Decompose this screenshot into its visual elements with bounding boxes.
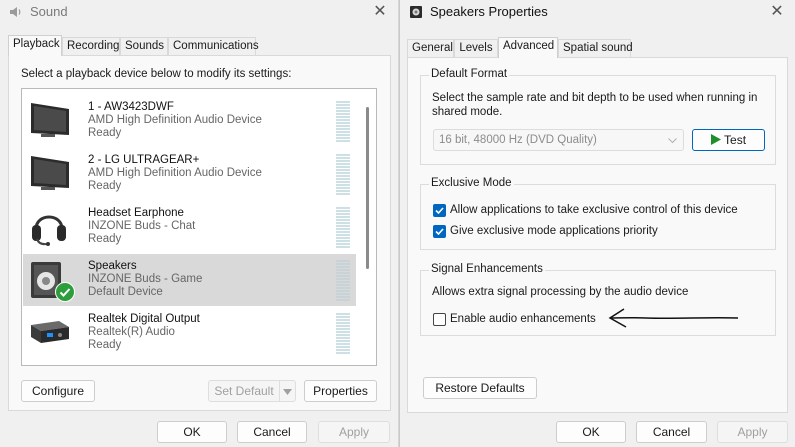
properties-tabs: General Levels Advanced Spatial sound (400, 37, 795, 58)
device-status: Default Device (88, 286, 163, 298)
apply-button[interactable]: Apply (717, 421, 788, 443)
volume-meter (336, 101, 350, 143)
cancel-button[interactable]: Cancel (636, 421, 707, 443)
enable-enhancements-label[interactable]: Enable audio enhancements (450, 313, 596, 325)
cancel-button[interactable]: Cancel (237, 421, 307, 443)
instruction-text: Select a playback device below to modify… (21, 68, 292, 80)
annotation-arrow-icon (608, 308, 739, 328)
list-item[interactable]: Realtek Digital Output Realtek(R) Audio … (23, 307, 356, 359)
sound-window: Sound ✕ Playback Recording Sounds Commun… (0, 0, 399, 447)
volume-meter (336, 154, 350, 196)
format-select-value: 16 bit, 48000 Hz (DVD Quality) (439, 134, 597, 146)
device-name: 1 - AW3423DWF (88, 101, 174, 113)
tab-advanced[interactable]: Advanced (498, 37, 558, 58)
configure-button[interactable]: Configure (21, 380, 95, 402)
test-button[interactable]: Test (692, 129, 765, 151)
device-description: Realtek(R) Audio (88, 326, 175, 338)
window-title: Sound (30, 4, 68, 19)
volume-meter (336, 313, 350, 355)
sound-titlebar: Sound ✕ (0, 0, 398, 26)
tab-levels[interactable]: Levels (454, 39, 498, 57)
device-description: AMD High Definition Audio Device (88, 114, 262, 126)
list-item[interactable]: Headset Earphone INZONE Buds - Chat Read… (23, 201, 356, 253)
close-icon[interactable]: ✕ (371, 2, 389, 22)
ok-button[interactable]: OK (157, 421, 227, 443)
tab-spatial-sound[interactable]: Spatial sound (558, 39, 633, 57)
ok-button[interactable]: OK (556, 421, 626, 443)
digital-output-icon (27, 313, 71, 353)
monitor-icon (27, 101, 71, 141)
default-format-description: Select the sample rate and bit depth to … (432, 92, 758, 118)
list-item[interactable]: 2 - LG ULTRAGEAR+ AMD High Definition Au… (23, 148, 356, 200)
device-status: Ready (88, 339, 122, 351)
close-icon[interactable]: ✕ (768, 2, 786, 22)
device-list[interactable]: 1 - AW3423DWF AMD High Definition Audio … (21, 88, 377, 366)
device-description: INZONE Buds - Game (88, 273, 203, 285)
volume-meter (336, 207, 350, 249)
sound-tabs: Playback Recording Sounds Communications (0, 35, 398, 56)
tab-recording[interactable]: Recording (62, 37, 120, 55)
device-name: 2 - LG ULTRAGEAR+ (88, 154, 200, 166)
exclusive-priority-label[interactable]: Give exclusive mode applications priorit… (450, 225, 658, 237)
chevron-down-icon (283, 384, 292, 398)
default-format-group: Default Format Select the sample rate an… (420, 68, 776, 165)
allow-exclusive-checkbox[interactable] (433, 204, 446, 217)
speaker-icon (9, 5, 23, 19)
properties-titlebar: Speakers Properties ✕ (400, 0, 795, 26)
tab-general[interactable]: General (407, 39, 454, 57)
device-status: Ready (88, 233, 122, 245)
exclusive-mode-group: Exclusive Mode Allow applications to tak… (420, 177, 776, 250)
device-status: Ready (88, 180, 122, 192)
play-icon (710, 133, 721, 147)
properties-button[interactable]: Properties (304, 380, 377, 402)
list-item-selected[interactable]: Speakers INZONE Buds - Game Default Devi… (23, 254, 356, 306)
headset-icon (27, 207, 71, 247)
window-title: Speakers Properties (430, 4, 548, 19)
allow-exclusive-label[interactable]: Allow applications to take exclusive con… (450, 204, 738, 216)
device-description: AMD High Definition Audio Device (88, 167, 262, 179)
speakers-properties-window: Speakers Properties ✕ General Levels Adv… (399, 0, 795, 447)
apply-button[interactable]: Apply (318, 421, 390, 443)
test-button-label: Test (724, 133, 747, 147)
device-name: Speakers (88, 260, 137, 272)
speaker-icon (409, 5, 423, 19)
volume-meter (336, 260, 350, 302)
list-scrollbar[interactable] (366, 107, 369, 269)
chevron-down-icon (668, 131, 677, 151)
device-description: INZONE Buds - Chat (88, 220, 196, 232)
device-status: Ready (88, 127, 122, 139)
default-check-icon (55, 282, 75, 302)
tab-communications[interactable]: Communications (168, 37, 259, 55)
tab-playback[interactable]: Playback (8, 35, 62, 56)
exclusive-priority-checkbox[interactable] (433, 225, 446, 238)
restore-defaults-button[interactable]: Restore Defaults (423, 377, 537, 399)
list-item[interactable]: 1 - AW3423DWF AMD High Definition Audio … (23, 95, 356, 147)
enable-enhancements-checkbox[interactable] (433, 313, 446, 326)
set-default-button[interactable]: Set Default (208, 380, 280, 402)
monitor-icon (27, 154, 71, 194)
format-select[interactable]: 16 bit, 48000 Hz (DVD Quality) (433, 129, 684, 151)
device-name: Realtek Digital Output (88, 313, 200, 325)
exclusive-mode-label: Exclusive Mode (429, 177, 514, 189)
signal-enhancements-label: Signal Enhancements (429, 263, 545, 275)
device-name: Headset Earphone (88, 207, 184, 219)
tab-sounds[interactable]: Sounds (120, 37, 168, 55)
signal-enhancements-description: Allows extra signal processing by the au… (432, 286, 689, 298)
default-format-label: Default Format (429, 68, 510, 80)
set-default-dropdown[interactable] (279, 380, 296, 402)
